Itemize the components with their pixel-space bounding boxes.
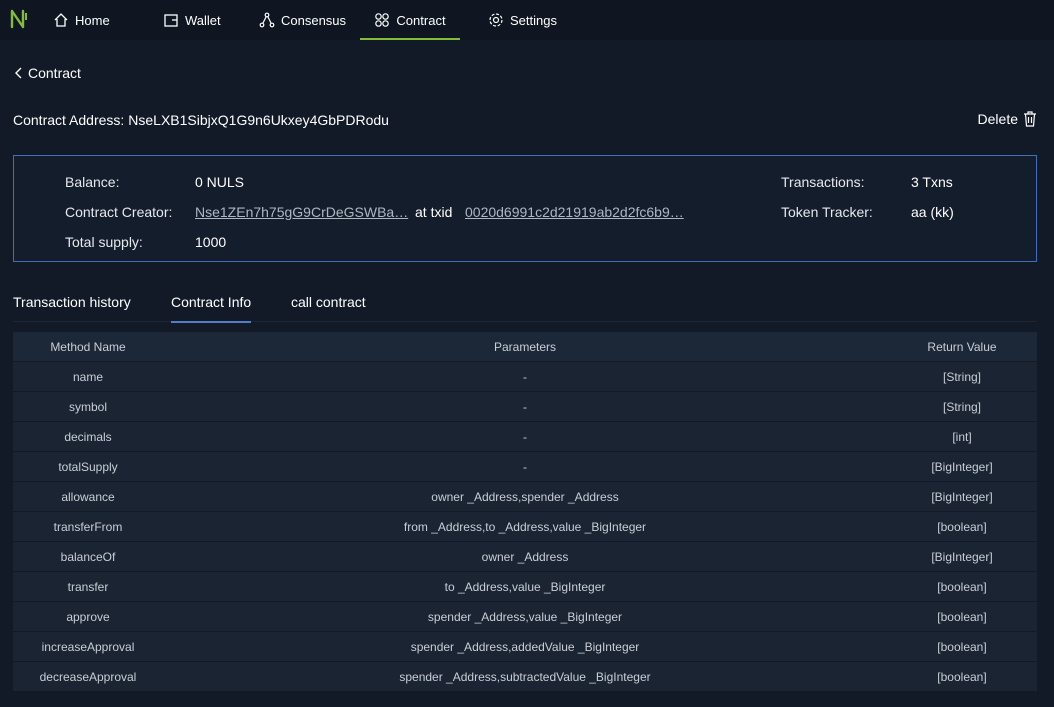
parameters-cell: from _Address,to _Address,value _BigInte… — [403, 519, 647, 534]
delete-label: Delete — [977, 111, 1018, 127]
parameters-cell: spender _Address,value _BigInteger — [427, 609, 623, 624]
balance-value: 0 NULS — [195, 174, 245, 190]
home-icon — [54, 13, 68, 27]
balance-label: Balance: — [65, 174, 120, 190]
nav-consensus-label: Consensus — [281, 12, 347, 28]
return-value-cell: [String] — [942, 369, 981, 384]
contract-info-box: Balance: 0 NULS Contract Creator: Nse1ZE… — [13, 155, 1037, 262]
method-name-cell: totalSupply — [58, 459, 118, 474]
nav-contract[interactable]: Contract — [360, 0, 460, 40]
table-row: decreaseApproval spender _Address,subtrac… — [13, 662, 1037, 692]
parameters-cell: - — [523, 369, 527, 384]
method-name-cell: allowance — [61, 489, 115, 504]
tab-contract-info[interactable]: Contract Info — [171, 294, 252, 323]
parameters-cell: - — [523, 429, 527, 444]
contract-address-label: Contract Address: — [13, 112, 125, 128]
parameters-cell: - — [523, 459, 527, 474]
parameters-cell: spender _Address,subtractedValue _BigInt… — [399, 669, 651, 684]
method-name-cell: symbol — [68, 399, 107, 414]
method-name-cell: transferFrom — [53, 519, 123, 534]
wallet-icon — [164, 14, 178, 27]
return-value-cell: [boolean] — [937, 579, 987, 594]
token-tracker-value[interactable]: aa (kk) — [911, 204, 954, 220]
column-header-return: Return Value — [927, 339, 997, 354]
gear-icon — [489, 13, 503, 27]
nav-home[interactable]: Home — [53, 0, 110, 40]
contract-tabs: Transaction history Contract Info call c… — [13, 290, 1037, 323]
token-tracker-label: Token Tracker: — [781, 204, 873, 220]
nav-home-label: Home — [75, 12, 110, 28]
return-value-cell: [BigInteger] — [931, 549, 993, 564]
return-value-cell: [boolean] — [937, 609, 987, 624]
nav-consensus[interactable]: Consensus — [259, 0, 346, 40]
nav-contract-label: Contract — [396, 12, 446, 28]
trash-icon — [1024, 111, 1036, 127]
methods-table: Method Name Parameters Return Value name… — [13, 332, 1037, 692]
return-value-cell: [boolean] — [937, 669, 987, 684]
parameters-cell: to _Address,value _BigInteger — [444, 579, 606, 594]
contract-icon — [375, 13, 390, 27]
consensus-icon — [259, 12, 275, 28]
at-txid-label: at txid — [415, 204, 453, 220]
return-value-cell: [int] — [952, 429, 972, 444]
nav-settings-label: Settings — [510, 12, 557, 28]
back-label: Contract — [28, 65, 81, 81]
table-row: totalSupply - [BigInteger] — [13, 452, 1037, 482]
table-body: name - [String] symbol - [String] decimals - [in… — [13, 362, 1037, 692]
tab-call-contract[interactable]: call contract — [291, 294, 366, 322]
method-name-cell: decreaseApproval — [39, 669, 137, 684]
table-row: transfer to _Address,value _BigInteger [bo… — [13, 572, 1037, 602]
table-row: name - [String] — [13, 362, 1037, 392]
table-header: Method Name Parameters Return Value — [13, 332, 1037, 362]
total-supply-label: Total supply: — [65, 234, 143, 250]
top-nav: Home Wallet Consensus Contract Settings — [0, 0, 1054, 40]
tab-transaction-history[interactable]: Transaction history — [13, 294, 131, 322]
nav-wallet-label: Wallet — [185, 12, 221, 28]
back-link[interactable]: Contract — [14, 64, 81, 82]
method-name-cell: decimals — [64, 429, 112, 444]
method-name-cell: transfer — [67, 579, 109, 594]
parameters-cell: owner _Address,spender _Address — [431, 489, 619, 504]
nav-settings[interactable]: Settings — [488, 0, 557, 40]
table-row: allowance owner _Address,spender _Address… — [13, 482, 1037, 512]
parameters-cell: owner _Address — [481, 549, 569, 564]
return-value-cell: [String] — [942, 399, 981, 414]
column-header-method: Method Name — [50, 339, 126, 354]
method-name-cell: balanceOf — [60, 549, 116, 564]
chevron-left-icon — [15, 67, 22, 79]
table-row: approve spender _Address,value _BigIntege… — [13, 602, 1037, 632]
creator-address-link[interactable]: Nse1ZEn7h75gG9CrDeGSWBa… — [195, 204, 415, 220]
return-value-cell: [boolean] — [937, 519, 987, 534]
method-name-cell: increaseApproval — [41, 639, 135, 654]
table-row: decimals - [int] — [13, 422, 1037, 452]
transactions-label: Transactions: — [781, 174, 865, 190]
contract-address-value: NseLXB1SibjxQ1G9n6Ukxey4GbPDRodu — [128, 112, 389, 128]
return-value-cell: [BigInteger] — [931, 489, 993, 504]
total-supply-value: 1000 — [195, 234, 227, 250]
txid-link[interactable]: 0020d6991c2d21919ab2d2fc6b9… — [465, 204, 687, 220]
method-name-cell: approve — [66, 609, 110, 624]
parameters-cell: spender _Address,addedValue _BigInteger — [410, 639, 640, 654]
nuls-logo-icon[interactable] — [10, 8, 28, 30]
parameters-cell: - — [523, 399, 527, 414]
table-row: transferFrom from _Address,to _Address,va… — [13, 512, 1037, 542]
table-row: increaseApproval spender _Address,addedVa… — [13, 632, 1037, 662]
nav-wallet[interactable]: Wallet — [163, 0, 221, 40]
column-header-parameters: Parameters — [493, 339, 557, 354]
creator-label: Contract Creator: — [65, 204, 173, 220]
return-value-cell: [BigInteger] — [931, 459, 993, 474]
method-name-cell: name — [72, 369, 104, 384]
return-value-cell: [boolean] — [937, 639, 987, 654]
contract-address-row: Contract Address: NseLXB1SibjxQ1G9n6Ukxe… — [13, 112, 389, 128]
delete-button[interactable]: Delete — [978, 111, 1037, 127]
table-row: symbol - [String] — [13, 392, 1037, 422]
transactions-value: 3 Txns — [911, 174, 953, 190]
table-row: balanceOf owner _Address [BigInteger] — [13, 542, 1037, 572]
